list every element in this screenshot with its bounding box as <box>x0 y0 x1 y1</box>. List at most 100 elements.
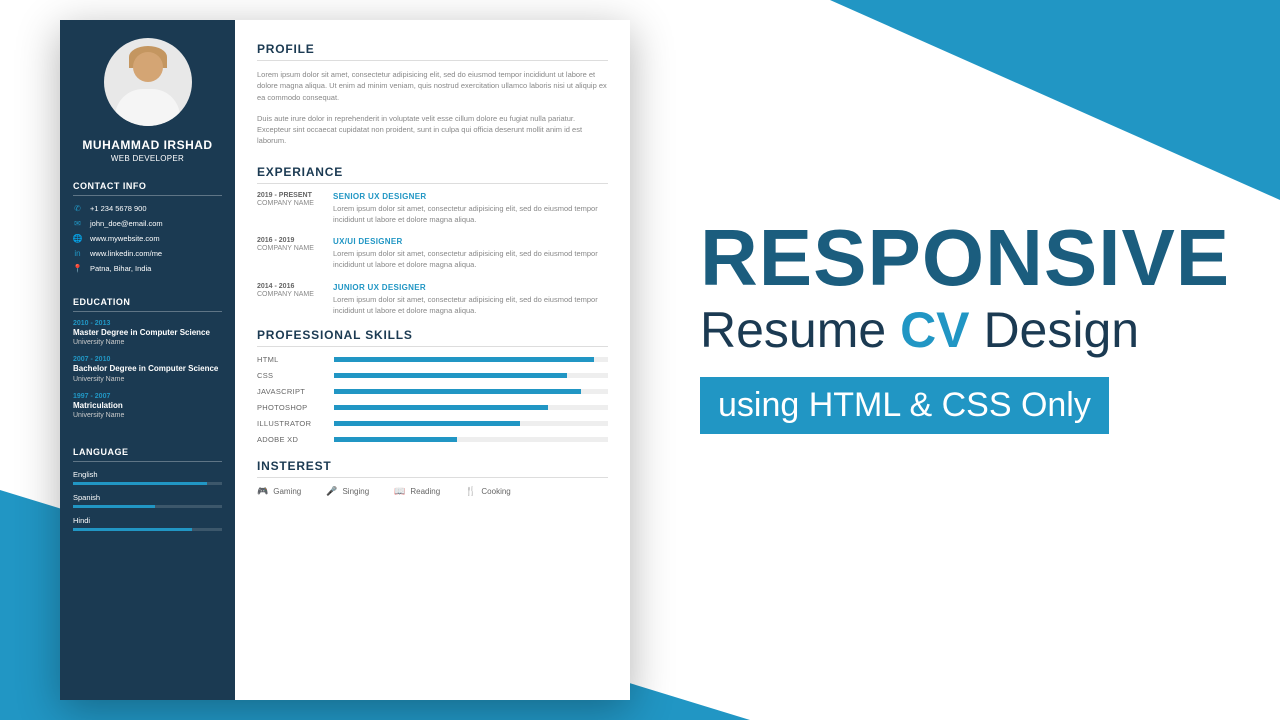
contact-item: 🌐 www.mywebsite.com <box>73 234 222 243</box>
promo-line-3: using HTML & CSS Only <box>700 377 1109 434</box>
edu-date: 2007 - 2010 <box>73 356 222 363</box>
exp-title: UX/UI DESIGNER <box>333 237 608 246</box>
promo-line-2: Resume CV Design <box>700 301 1220 359</box>
promo-line-1: RESPONSIVE <box>700 220 1220 296</box>
contact-item: in www.linkedin.com/me <box>73 249 222 258</box>
skill-name: ADOBE XD <box>257 435 322 444</box>
skill-bar <box>334 405 608 410</box>
edu-university: University Name <box>73 412 222 419</box>
interest-heading: INSTEREST <box>257 459 608 478</box>
mic-icon: 🎤 <box>326 486 337 497</box>
person-role: WEB DEVELOPER <box>73 154 222 163</box>
skill-name: JAVASCRIPT <box>257 387 322 396</box>
experience-heading: EXPERIANCE <box>257 165 608 184</box>
skill-name: HTML <box>257 355 322 364</box>
skill-item: HTML <box>257 355 608 364</box>
contact-item: 📍 Patna, Bihar, India <box>73 264 222 273</box>
lang-bar <box>73 505 222 508</box>
skill-bar <box>334 357 608 362</box>
interest-text: Reading <box>410 487 440 496</box>
contact-text: john_doe@email.com <box>90 219 163 228</box>
pin-icon: 📍 <box>73 264 82 273</box>
phone-icon: ✆ <box>73 204 82 213</box>
contact-heading: CONTACT INFO <box>73 181 222 196</box>
contact-text: +1 234 5678 900 <box>90 204 147 213</box>
language-item: Spanish <box>73 493 222 508</box>
profile-text-2: Duis aute irure dolor in reprehenderit i… <box>257 113 608 147</box>
experience-item: 2014 - 2016COMPANY NAME JUNIOR UX DESIGNE… <box>257 283 608 317</box>
exp-company: COMPANY NAME <box>257 200 319 207</box>
education-item: 1997 - 2007MatriculationUniversity Name <box>73 393 222 419</box>
game-icon: 🎮 <box>257 486 268 497</box>
exp-date: 2016 - 2019 <box>257 237 319 244</box>
skill-item: ILLUSTRATOR <box>257 419 608 428</box>
skill-bar <box>334 421 608 426</box>
education-item: 2007 - 2010Bachelor Degree in Computer S… <box>73 356 222 382</box>
skill-bar <box>334 389 608 394</box>
resume-sidebar: MUHAMMAD IRSHAD WEB DEVELOPER CONTACT IN… <box>60 20 235 700</box>
interest-item: 🍴 Cooking <box>465 486 511 497</box>
lang-bar <box>73 528 222 531</box>
contact-item: ✉ john_doe@email.com <box>73 219 222 228</box>
exp-company: COMPANY NAME <box>257 291 319 298</box>
contact-text: Patna, Bihar, India <box>90 264 151 273</box>
skill-name: ILLUSTRATOR <box>257 419 322 428</box>
exp-company: COMPANY NAME <box>257 245 319 252</box>
profile-heading: PROFILE <box>257 42 608 61</box>
skill-name: PHOTOSHOP <box>257 403 322 412</box>
promo-text: RESPONSIVE Resume CV Design using HTML &… <box>700 220 1220 434</box>
mail-icon: ✉ <box>73 219 82 228</box>
interest-text: Singing <box>342 487 369 496</box>
exp-title: SENIOR UX DESIGNER <box>333 192 608 201</box>
cook-icon: 🍴 <box>465 486 476 497</box>
language-heading: LANGUAGE <box>73 447 222 462</box>
exp-desc: Lorem ipsum dolor sit amet, consectetur … <box>333 294 608 317</box>
lang-name: Hindi <box>73 516 222 525</box>
exp-desc: Lorem ipsum dolor sit amet, consectetur … <box>333 203 608 226</box>
edu-date: 1997 - 2007 <box>73 393 222 400</box>
lang-name: English <box>73 470 222 479</box>
contact-text: www.linkedin.com/me <box>90 249 162 258</box>
exp-date: 2014 - 2016 <box>257 283 319 290</box>
person-name: MUHAMMAD IRSHAD <box>73 138 222 152</box>
exp-title: JUNIOR UX DESIGNER <box>333 283 608 292</box>
globe-icon: 🌐 <box>73 234 82 243</box>
education-heading: EDUCATION <box>73 297 222 312</box>
skill-bar <box>334 437 608 442</box>
edu-degree: Matriculation <box>73 401 222 411</box>
contact-text: www.mywebsite.com <box>90 234 160 243</box>
edu-university: University Name <box>73 339 222 346</box>
exp-date: 2019 - PRESENT <box>257 192 319 199</box>
experience-item: 2019 - PRESENTCOMPANY NAME SENIOR UX DESI… <box>257 192 608 226</box>
lang-name: Spanish <box>73 493 222 502</box>
skill-item: CSS <box>257 371 608 380</box>
experience-item: 2016 - 2019COMPANY NAME UX/UI DESIGNER Lor… <box>257 237 608 271</box>
skill-name: CSS <box>257 371 322 380</box>
edu-degree: Bachelor Degree in Computer Science <box>73 364 222 374</box>
interest-item: 🎮 Gaming <box>257 486 301 497</box>
interest-text: Gaming <box>273 487 301 496</box>
edu-university: University Name <box>73 376 222 383</box>
education-item: 2010 - 2013Master Degree in Computer Sci… <box>73 320 222 346</box>
interest-item: 📖 Reading <box>394 486 440 497</box>
skills-heading: PROFESSIONAL SKILLS <box>257 328 608 347</box>
skill-bar <box>334 373 608 378</box>
language-item: English <box>73 470 222 485</box>
book-icon: 📖 <box>394 486 405 497</box>
exp-desc: Lorem ipsum dolor sit amet, consectetur … <box>333 248 608 271</box>
skill-item: PHOTOSHOP <box>257 403 608 412</box>
edu-date: 2010 - 2013 <box>73 320 222 327</box>
interest-item: 🎤 Singing <box>326 486 369 497</box>
bg-triangle-top <box>830 0 1280 200</box>
contact-item: ✆ +1 234 5678 900 <box>73 204 222 213</box>
profile-text-1: Lorem ipsum dolor sit amet, consectetur … <box>257 69 608 103</box>
lang-bar <box>73 482 222 485</box>
interest-text: Cooking <box>481 487 510 496</box>
skill-item: JAVASCRIPT <box>257 387 608 396</box>
edu-degree: Master Degree in Computer Science <box>73 328 222 338</box>
resume-card: MUHAMMAD IRSHAD WEB DEVELOPER CONTACT IN… <box>60 20 630 700</box>
language-item: Hindi <box>73 516 222 531</box>
avatar <box>104 38 192 126</box>
linkedin-icon: in <box>73 249 82 258</box>
skill-item: ADOBE XD <box>257 435 608 444</box>
